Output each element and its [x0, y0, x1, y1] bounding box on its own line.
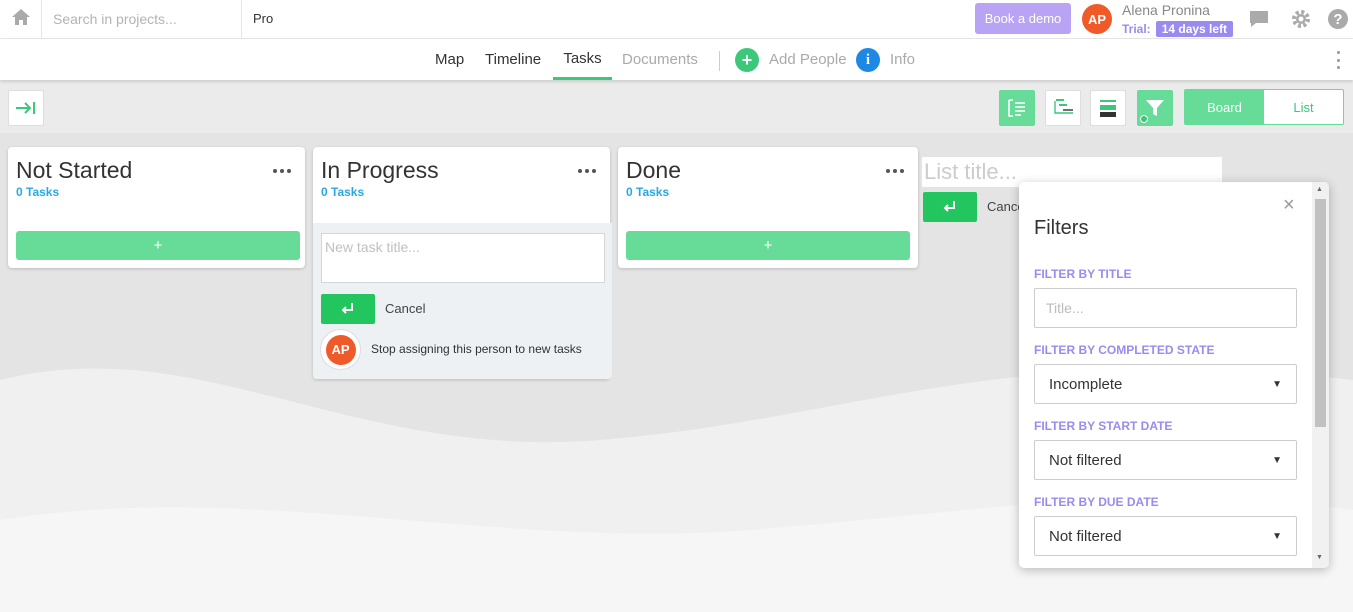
chat-icon[interactable] — [1247, 7, 1271, 31]
column-title[interactable]: In Progress — [321, 157, 439, 184]
submit-list-button[interactable] — [923, 192, 977, 222]
column-not-started: Not Started 0 Tasks + — [8, 147, 305, 268]
filter-start-date-label: FILTER BY START DATE — [1034, 419, 1173, 433]
trial-label: Trial: — [1122, 22, 1151, 36]
search-input[interactable]: Search in projects... — [42, 0, 242, 38]
subtasks-icon — [1054, 99, 1073, 114]
filters-title: Filters — [1034, 217, 1089, 239]
filter-icon — [1146, 100, 1164, 116]
task-details-toggle[interactable] — [999, 90, 1035, 126]
tab-map[interactable]: Map — [435, 39, 464, 80]
stop-assigning-link[interactable]: Stop assigning this person to new tasks — [371, 342, 582, 356]
filter-active-dot — [1140, 115, 1148, 123]
more-menu-icon[interactable] — [1333, 51, 1343, 69]
svg-text:?: ? — [1333, 11, 1342, 28]
filter-due-date-label: FILTER BY DUE DATE — [1034, 495, 1159, 509]
avatar: AP — [325, 334, 356, 365]
scrollbar-thumb[interactable] — [1315, 199, 1326, 427]
trial-badge[interactable]: 14 days left — [1155, 21, 1234, 37]
column-menu-icon[interactable] — [886, 169, 904, 173]
gear-icon[interactable] — [1289, 7, 1313, 31]
column-title[interactable]: Not Started — [16, 157, 132, 184]
filters-scrollbar[interactable]: ▲ ▼ — [1312, 182, 1329, 568]
rows-icon — [1100, 100, 1116, 117]
add-task-button[interactable]: + — [16, 231, 300, 260]
nav-divider — [719, 51, 720, 71]
enter-icon — [943, 201, 955, 212]
filter-completed-label: FILTER BY COMPLETED STATE — [1034, 343, 1215, 357]
filter-button[interactable] — [1137, 90, 1173, 126]
book-demo-button[interactable]: Book a demo — [975, 3, 1071, 34]
add-task-button[interactable]: + — [626, 231, 910, 260]
filter-start-date-select[interactable]: Not filtered ▼ — [1034, 440, 1297, 480]
tab-documents[interactable]: Documents — [622, 39, 698, 80]
chevron-down-icon: ▼ — [1272, 454, 1282, 466]
tab-tasks[interactable]: Tasks — [553, 39, 612, 80]
filter-title-input[interactable]: Title... — [1034, 288, 1297, 328]
chevron-down-icon: ▼ — [1272, 378, 1282, 390]
cancel-button[interactable]: Cancel — [385, 301, 425, 316]
scroll-down-icon[interactable]: ▼ — [1316, 554, 1323, 561]
new-task-form: New task title... Cancel AP Stop assigni… — [313, 223, 612, 379]
submit-task-button[interactable] — [321, 294, 375, 324]
new-task-title-input[interactable]: New task title... — [321, 233, 605, 283]
column-in-progress: In Progress 0 Tasks New task title... Ca… — [313, 147, 612, 379]
user-avatar[interactable]: AP — [1082, 4, 1112, 34]
column-done: Done 0 Tasks + — [618, 147, 918, 268]
column-task-count: 0 Tasks — [16, 185, 60, 199]
board-view-button[interactable]: Board — [1185, 90, 1264, 124]
top-bar: Search in projects... Pro Book a demo AP… — [0, 0, 1353, 39]
info-button[interactable]: Info — [890, 39, 915, 80]
add-people-button[interactable]: Add People — [769, 39, 847, 80]
group-toggle[interactable] — [1090, 90, 1126, 126]
trial-status: Trial: 14 days left — [1122, 21, 1234, 37]
selected-value: Not filtered — [1049, 527, 1122, 545]
selected-value: Not filtered — [1049, 451, 1122, 469]
list-view-button[interactable]: List — [1264, 90, 1343, 124]
column-menu-icon[interactable] — [578, 169, 596, 173]
home-button[interactable] — [0, 0, 42, 38]
column-task-count: 0 Tasks — [626, 185, 670, 199]
project-name[interactable]: Pro — [253, 11, 273, 26]
filters-panel: × Filters FILTER BY TITLE Title... FILTE… — [1019, 182, 1329, 568]
add-people-icon[interactable]: + — [735, 48, 759, 72]
user-name[interactable]: Alena Pronina — [1122, 2, 1210, 18]
view-toggle: Board List — [1184, 89, 1344, 125]
list-view-icon — [1008, 99, 1025, 117]
column-menu-icon[interactable] — [273, 169, 291, 173]
column-task-count: 0 Tasks — [321, 185, 365, 199]
assignee-avatar[interactable]: AP — [320, 329, 361, 370]
filter-title-label: FILTER BY TITLE — [1034, 267, 1132, 281]
info-icon[interactable]: i — [856, 48, 880, 72]
arrow-right-bar-icon — [16, 102, 35, 114]
scroll-up-icon[interactable]: ▲ — [1316, 186, 1323, 193]
expand-sidebar-button[interactable] — [8, 90, 44, 126]
selected-value: Incomplete — [1049, 375, 1123, 393]
column-title[interactable]: Done — [626, 157, 681, 184]
close-icon[interactable]: × — [1283, 194, 1295, 217]
help-icon[interactable]: ? — [1326, 7, 1350, 31]
subtasks-toggle[interactable] — [1045, 90, 1081, 126]
enter-icon — [341, 303, 353, 314]
filter-completed-select[interactable]: Incomplete ▼ — [1034, 364, 1297, 404]
project-nav: Map Timeline Tasks Documents + Add Peopl… — [0, 39, 1353, 80]
home-icon — [11, 8, 31, 31]
chevron-down-icon: ▼ — [1272, 530, 1282, 542]
filter-due-date-select[interactable]: Not filtered ▼ — [1034, 516, 1297, 556]
tab-timeline[interactable]: Timeline — [485, 39, 541, 80]
